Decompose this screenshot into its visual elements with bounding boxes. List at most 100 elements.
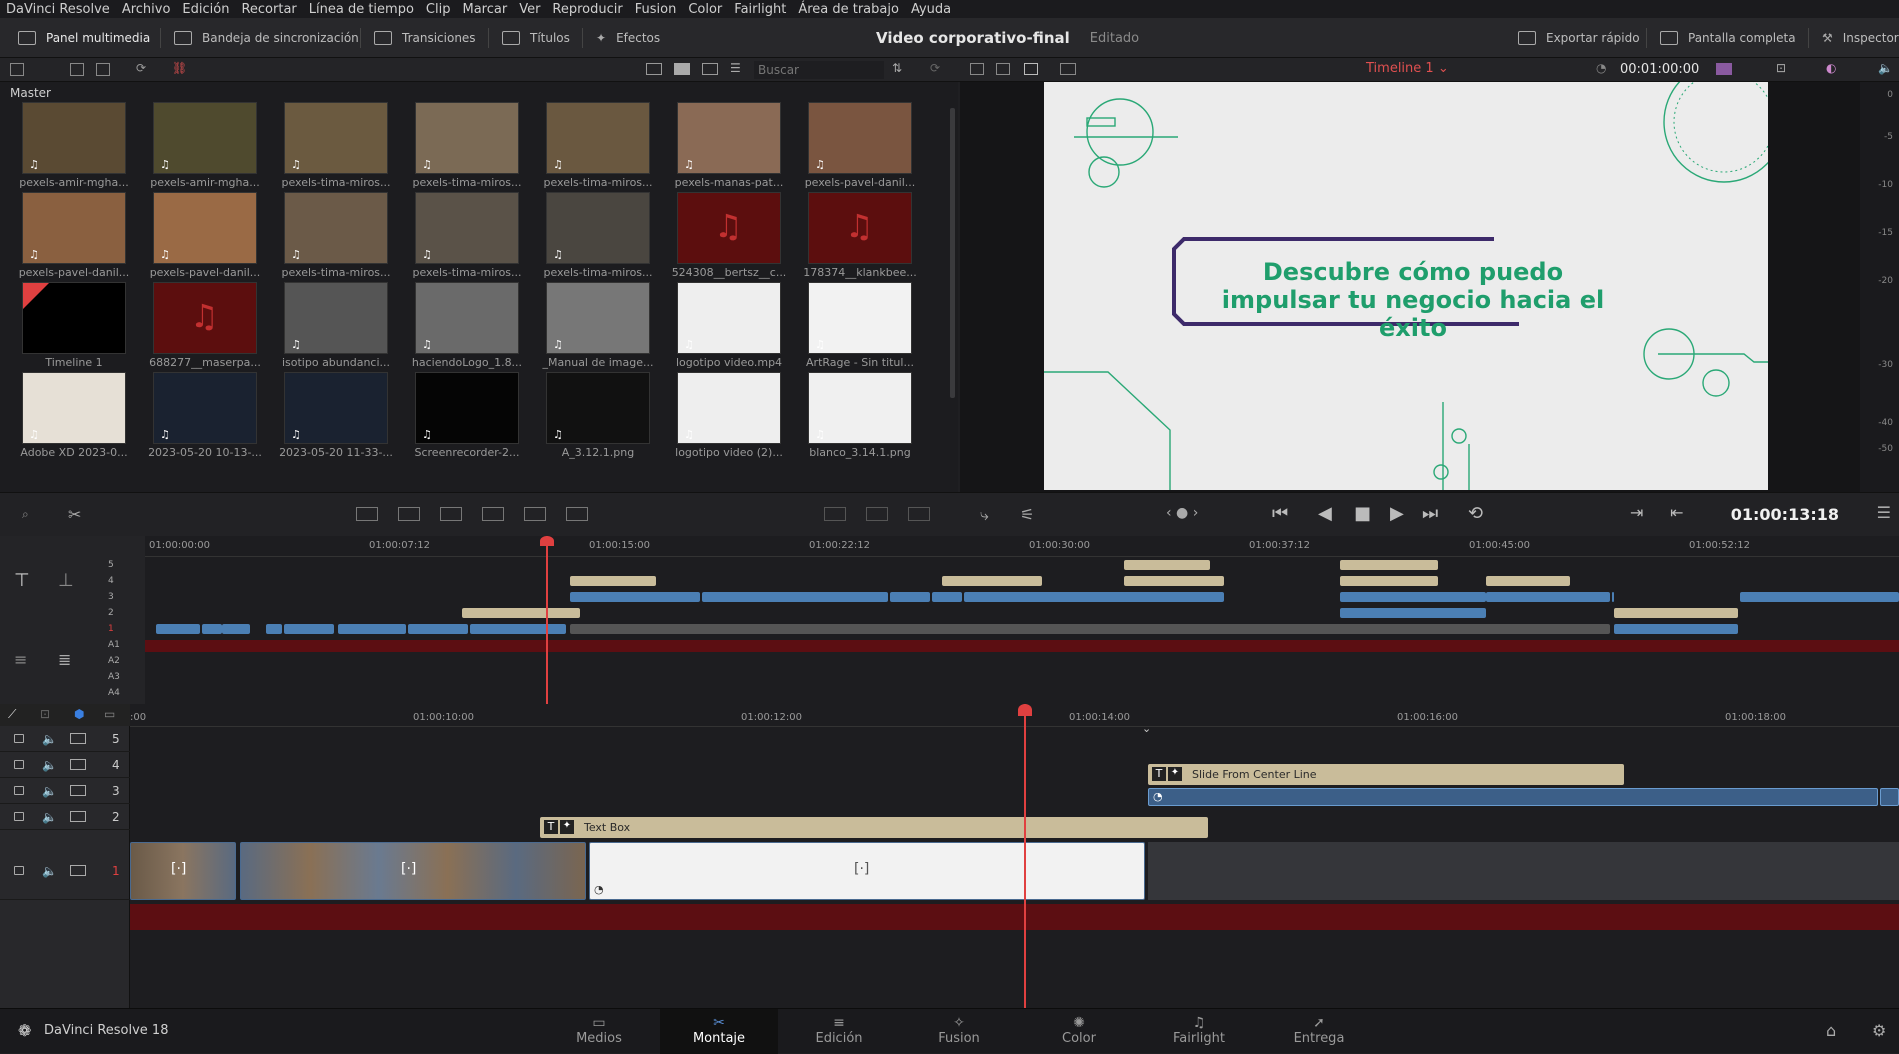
link-icon[interactable]: ⛓ <box>172 61 187 75</box>
upper-playhead-handle[interactable] <box>540 536 554 546</box>
audio-resize-icon[interactable]: ≣ <box>58 650 71 669</box>
menu-item[interactable]: Área de trabajo <box>792 2 905 17</box>
video-clip-1b[interactable]: [·] <box>240 842 586 900</box>
upper-audio-track-a1[interactable] <box>145 640 1899 652</box>
upper-ruler[interactable]: 01:00:00:00 01:00:07:12 01:00:15:00 01:00:2… <box>145 536 1899 556</box>
zoom-select-icon[interactable] <box>1060 63 1076 75</box>
track-resize-icon[interactable]: ⊥ <box>58 570 74 591</box>
audio-mute-icon[interactable]: 🔈 <box>42 758 57 772</box>
clip-thumbnail[interactable]: ♫ <box>808 192 912 264</box>
menu-item[interactable]: Color <box>682 2 728 17</box>
upper-clip[interactable] <box>570 576 656 586</box>
track-visibility-icon[interactable] <box>70 811 86 822</box>
upper-clip[interactable] <box>1124 592 1224 602</box>
upper-clip[interactable] <box>1340 608 1486 618</box>
titles-button[interactable]: Títulos <box>502 18 570 58</box>
clip-thumbnail[interactable]: ♫ <box>153 282 257 354</box>
menu-item[interactable]: Ayuda <box>905 2 957 17</box>
clip-thumbnail[interactable]: ♫ <box>22 102 126 174</box>
main-playhead[interactable] <box>1024 704 1026 1008</box>
title-clip-textbox[interactable]: T ✦ Text Box <box>540 817 1208 838</box>
upper-clip[interactable] <box>284 624 334 634</box>
clip-thumbnail[interactable]: ♫ <box>415 192 519 264</box>
title-clip-slide[interactable]: T ✦ Slide From Center Line <box>1148 764 1624 785</box>
home-icon[interactable]: ⌂ <box>1826 1021 1836 1040</box>
go-to-end-button[interactable]: ⏭ <box>1422 503 1438 524</box>
main-ruler[interactable]: :00 01:00:10:00 01:00:12:00 01:00:14:00 01:0… <box>130 704 1899 726</box>
upper-clip[interactable] <box>156 624 200 634</box>
upper-clip[interactable] <box>1124 560 1210 570</box>
track-visibility-icon[interactable] <box>70 865 86 876</box>
audio-height-icon[interactable]: ≡ <box>14 650 27 669</box>
upper-clip[interactable] <box>266 624 282 634</box>
clip-thumbnail[interactable]: ♫ <box>284 192 388 264</box>
lock-icon[interactable] <box>14 760 24 769</box>
menu-icon[interactable]: ☰ <box>1877 503 1891 522</box>
lock-icon[interactable] <box>14 734 24 743</box>
menu-item[interactable]: Ver <box>513 2 546 17</box>
clip-thumbnail[interactable]: ♫ <box>415 372 519 444</box>
clip-thumbnail[interactable]: ♫ <box>415 102 519 174</box>
flag-icon[interactable]: ⬢ <box>74 707 84 721</box>
video-clip-1c[interactable]: [·] ◔ <box>589 842 1145 900</box>
audio-mute-icon[interactable]: 🔈 <box>42 732 57 746</box>
upper-clip[interactable] <box>1614 608 1738 618</box>
track-visibility-icon[interactable] <box>70 785 86 796</box>
upper-clip[interactable] <box>1486 592 1610 602</box>
color-match-icon[interactable] <box>1716 63 1732 75</box>
audio-track-a1[interactable] <box>130 904 1899 930</box>
clip-thumbnail[interactable]: ♫ <box>546 192 650 264</box>
cinema-viewer-icon[interactable] <box>1024 63 1038 75</box>
audio-mute-icon[interactable]: 🔈 <box>42 810 57 824</box>
play-reverse-button[interactable]: ◀ <box>1318 503 1332 524</box>
upper-clip[interactable] <box>1486 576 1570 586</box>
video-clip-track3-b[interactable] <box>1880 788 1899 806</box>
menu-item[interactable]: Fusion <box>629 2 683 17</box>
new-bin-icon[interactable] <box>70 63 84 76</box>
clip-thumbnail[interactable]: ♫ <box>153 102 257 174</box>
clip-thumbnail[interactable]: ♫ <box>22 372 126 444</box>
clip-thumbnail[interactable]: ♫ <box>546 102 650 174</box>
page-tab-entrega[interactable]: ➚ Entrega <box>1260 1009 1378 1054</box>
upper-clip[interactable] <box>1614 624 1738 634</box>
clip-thumbnail[interactable]: ♫ <box>677 192 781 264</box>
upper-clip[interactable] <box>338 624 406 634</box>
page-tab-edición[interactable]: ≡ Edición <box>780 1009 898 1054</box>
mark-in-button[interactable]: ⇥ <box>1630 503 1643 522</box>
clip-thumbnail[interactable]: ♫ <box>808 102 912 174</box>
inspector-button[interactable]: ⚒ Inspector <box>1822 18 1899 58</box>
clip-thumbnail[interactable]: ♫ <box>808 372 912 444</box>
smart-bin-icon[interactable] <box>96 63 110 76</box>
menu-item[interactable]: DaVinci Resolve <box>0 2 116 17</box>
clip-thumbnail[interactable]: ♫ <box>153 192 257 264</box>
menu-item[interactable]: Reproducir <box>546 2 628 17</box>
place-on-top-icon[interactable] <box>524 507 546 521</box>
clip-thumbnail[interactable]: ♫ <box>153 372 257 444</box>
upper-clip[interactable] <box>1340 560 1438 570</box>
speaker-icon[interactable]: 🔈 <box>1878 61 1893 75</box>
menu-item[interactable]: Recortar <box>235 2 302 17</box>
upper-clip[interactable] <box>932 592 962 602</box>
clip-thumbnail[interactable]: ♫ <box>284 102 388 174</box>
upper-clip[interactable] <box>964 592 1146 602</box>
clip-thumbnail[interactable]: ♫ <box>677 102 781 174</box>
main-playhead-handle[interactable] <box>1018 704 1032 716</box>
empty-track-area[interactable] <box>1148 842 1899 900</box>
marker-icon[interactable]: ▭ <box>104 707 115 721</box>
search-input[interactable] <box>754 61 884 79</box>
clip-thumbnail[interactable]: ♫ <box>677 282 781 354</box>
upper-clip[interactable] <box>462 608 580 618</box>
linked-selection-icon[interactable]: ⊡ <box>40 707 50 721</box>
zoom-tool-icon[interactable]: ⌕ <box>22 507 29 522</box>
source-overwrite-icon[interactable] <box>566 507 588 521</box>
upper-clip[interactable] <box>1340 592 1486 602</box>
go-to-start-button[interactable]: ⏮ <box>1272 503 1288 524</box>
viewer-mode-icon[interactable] <box>970 63 984 75</box>
sync-bin-button[interactable]: Bandeja de sincronización <box>174 18 359 58</box>
menu-item[interactable]: Archivo <box>116 2 177 17</box>
clip-thumbnail[interactable]: ♫ <box>808 282 912 354</box>
scopes-icon[interactable]: ◐ <box>1826 61 1836 75</box>
upper-clip[interactable] <box>942 576 1042 586</box>
smart-insert-icon[interactable] <box>356 507 378 521</box>
mark-out-button[interactable]: ⇤ <box>1670 503 1683 522</box>
